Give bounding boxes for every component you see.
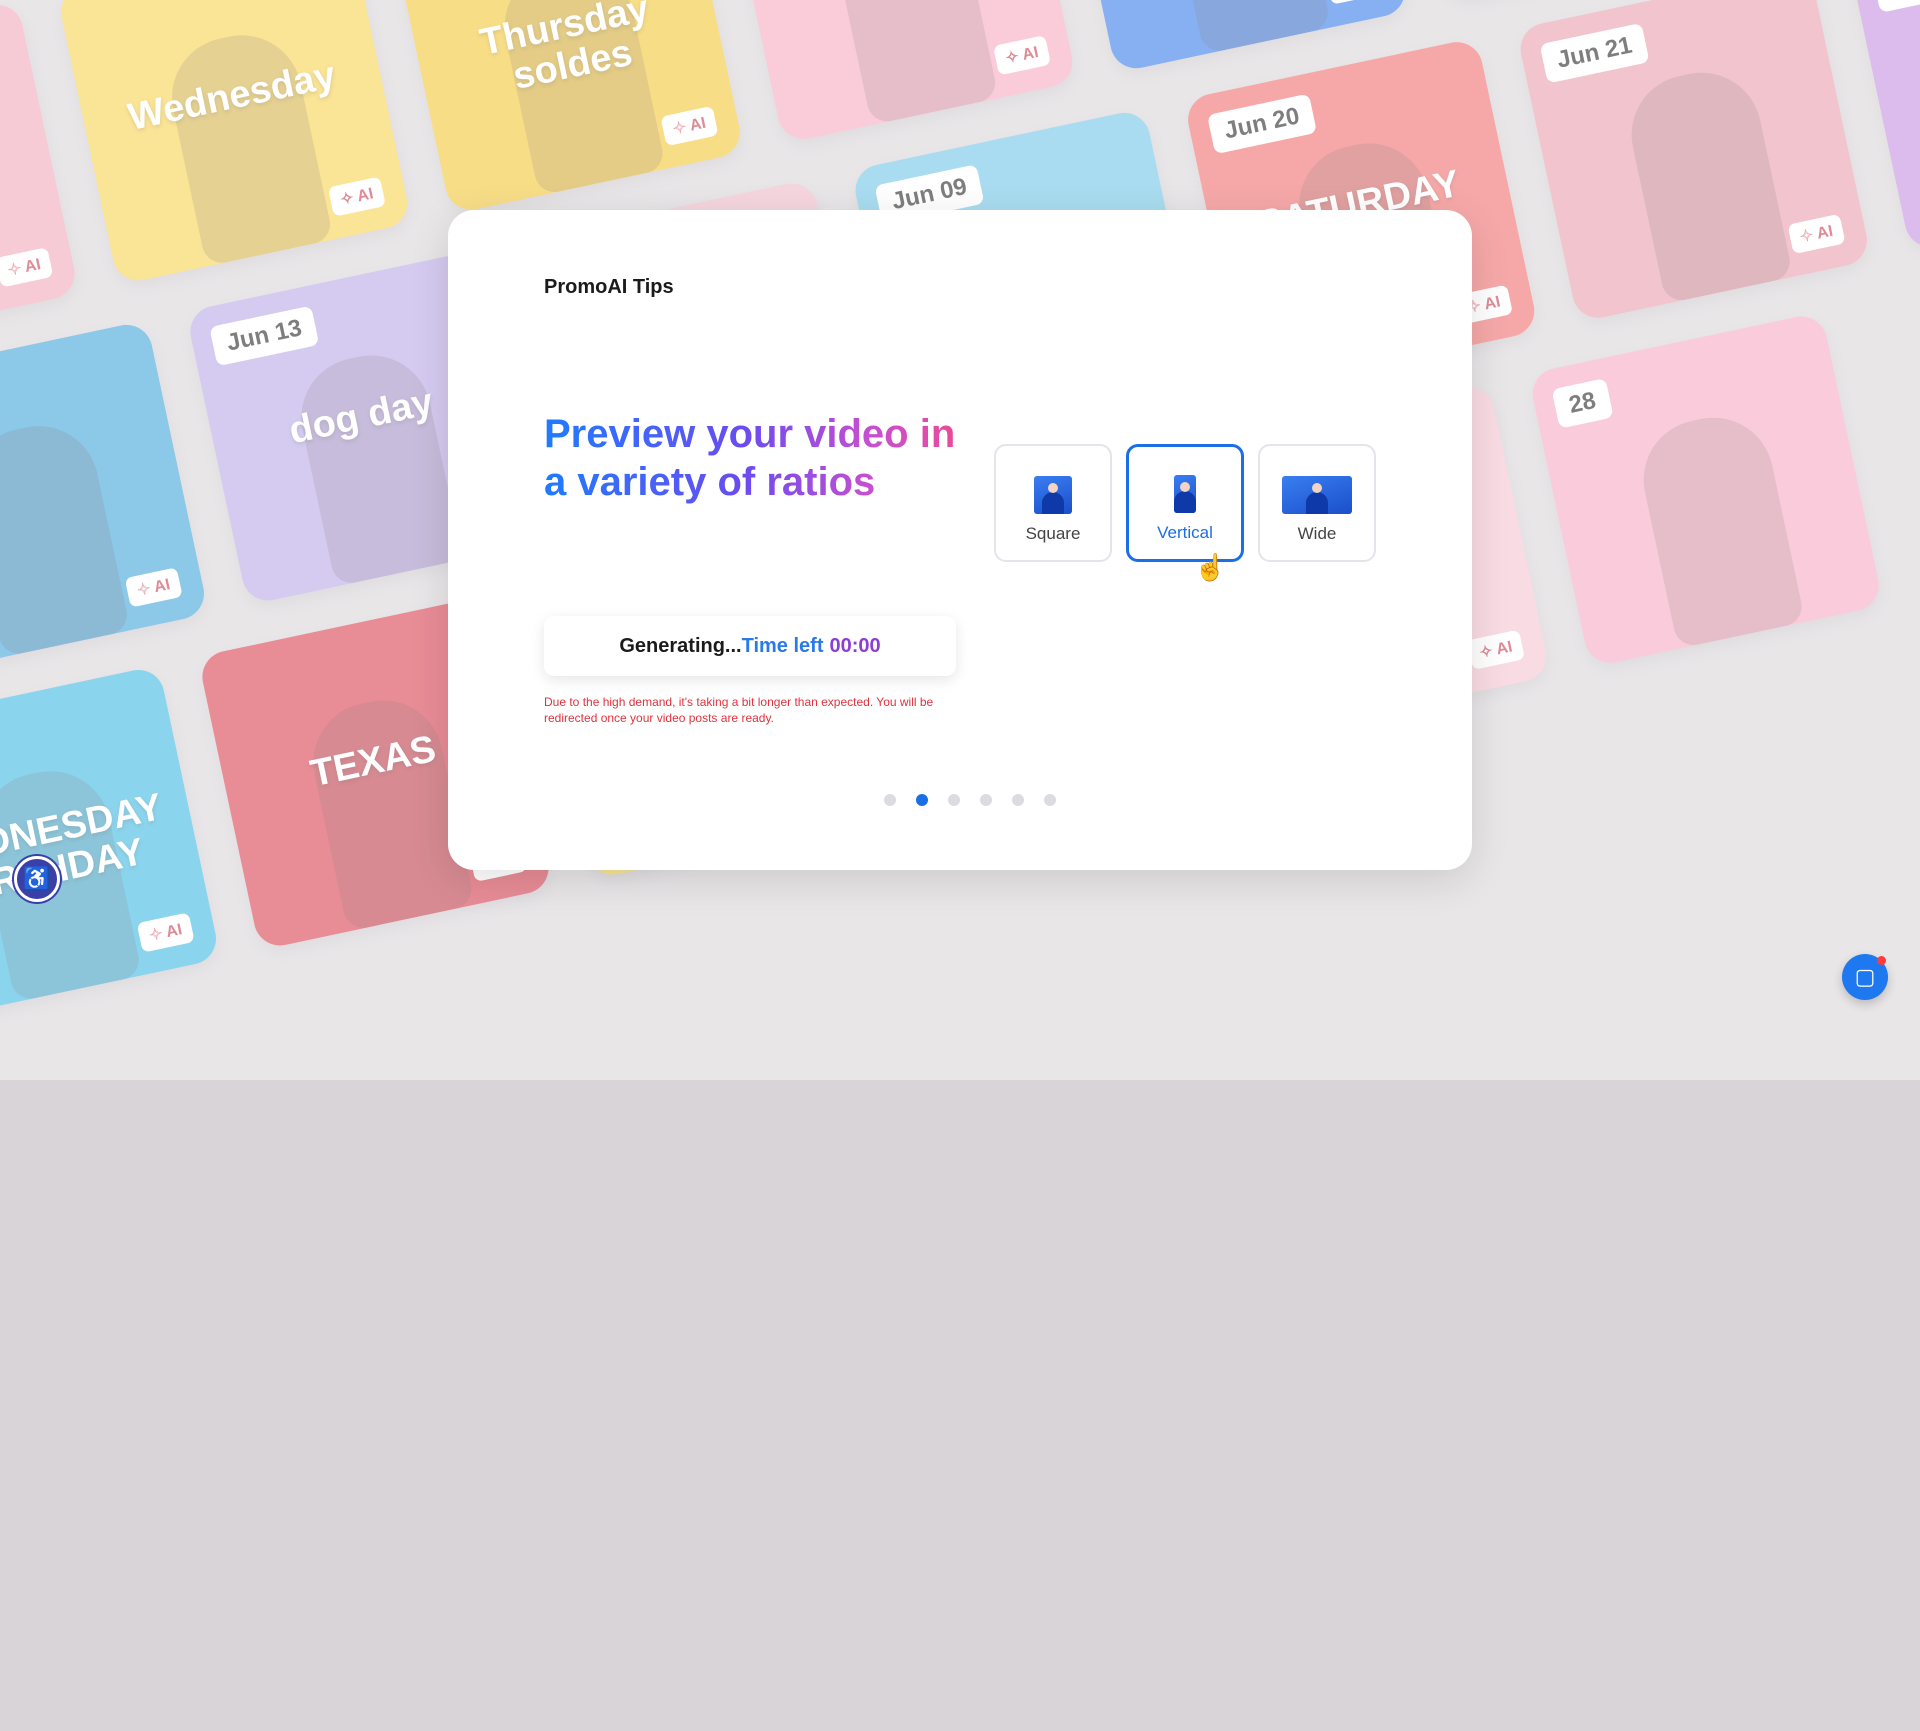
hand-pointer-icon: ☝ xyxy=(1194,552,1227,582)
tips-modal: PromoAI Tips Preview your video in a var… xyxy=(448,210,1472,870)
time-left-value: 00:00 xyxy=(829,634,881,657)
generating-text: Generating... xyxy=(619,634,742,657)
pagination-dot[interactable] xyxy=(916,794,928,806)
accessibility-icon: ♿ xyxy=(23,866,51,891)
ratio-option-wide[interactable]: Wide xyxy=(1258,444,1376,562)
ratio-label: Square xyxy=(1025,524,1081,543)
ratio-label: Vertical xyxy=(1157,523,1213,542)
pagination-dot[interactable] xyxy=(884,794,896,806)
tip-headline: Preview your video in a variety of ratio… xyxy=(544,410,984,506)
pagination-dot[interactable] xyxy=(1012,794,1024,806)
chat-icon: ▢ xyxy=(1854,964,1876,989)
demand-notice: Due to the high demand, it's taking a bi… xyxy=(544,695,934,725)
ratio-label: Wide xyxy=(1297,524,1337,543)
ratio-selector: Square Vertical Wide xyxy=(994,444,1376,562)
chat-button[interactable]: ▢ xyxy=(1842,954,1888,1000)
time-left-label: Time left xyxy=(741,634,824,657)
vertical-thumbnail-icon xyxy=(1174,475,1196,513)
wide-thumbnail-icon xyxy=(1282,476,1352,514)
pagination-dot[interactable] xyxy=(980,794,992,806)
square-thumbnail-icon xyxy=(1034,476,1072,514)
ratio-option-square[interactable]: Square xyxy=(994,444,1112,562)
modal-title: PromoAI Tips xyxy=(544,276,674,298)
notification-dot xyxy=(1877,956,1886,965)
pagination-dots xyxy=(884,794,1056,806)
ratio-option-vertical[interactable]: Vertical xyxy=(1126,444,1244,562)
accessibility-button[interactable]: ♿ xyxy=(14,856,60,902)
pagination-dot[interactable] xyxy=(1044,794,1056,806)
pagination-dot[interactable] xyxy=(948,794,960,806)
generating-status: Generating... Time left 00:00 xyxy=(544,616,956,676)
